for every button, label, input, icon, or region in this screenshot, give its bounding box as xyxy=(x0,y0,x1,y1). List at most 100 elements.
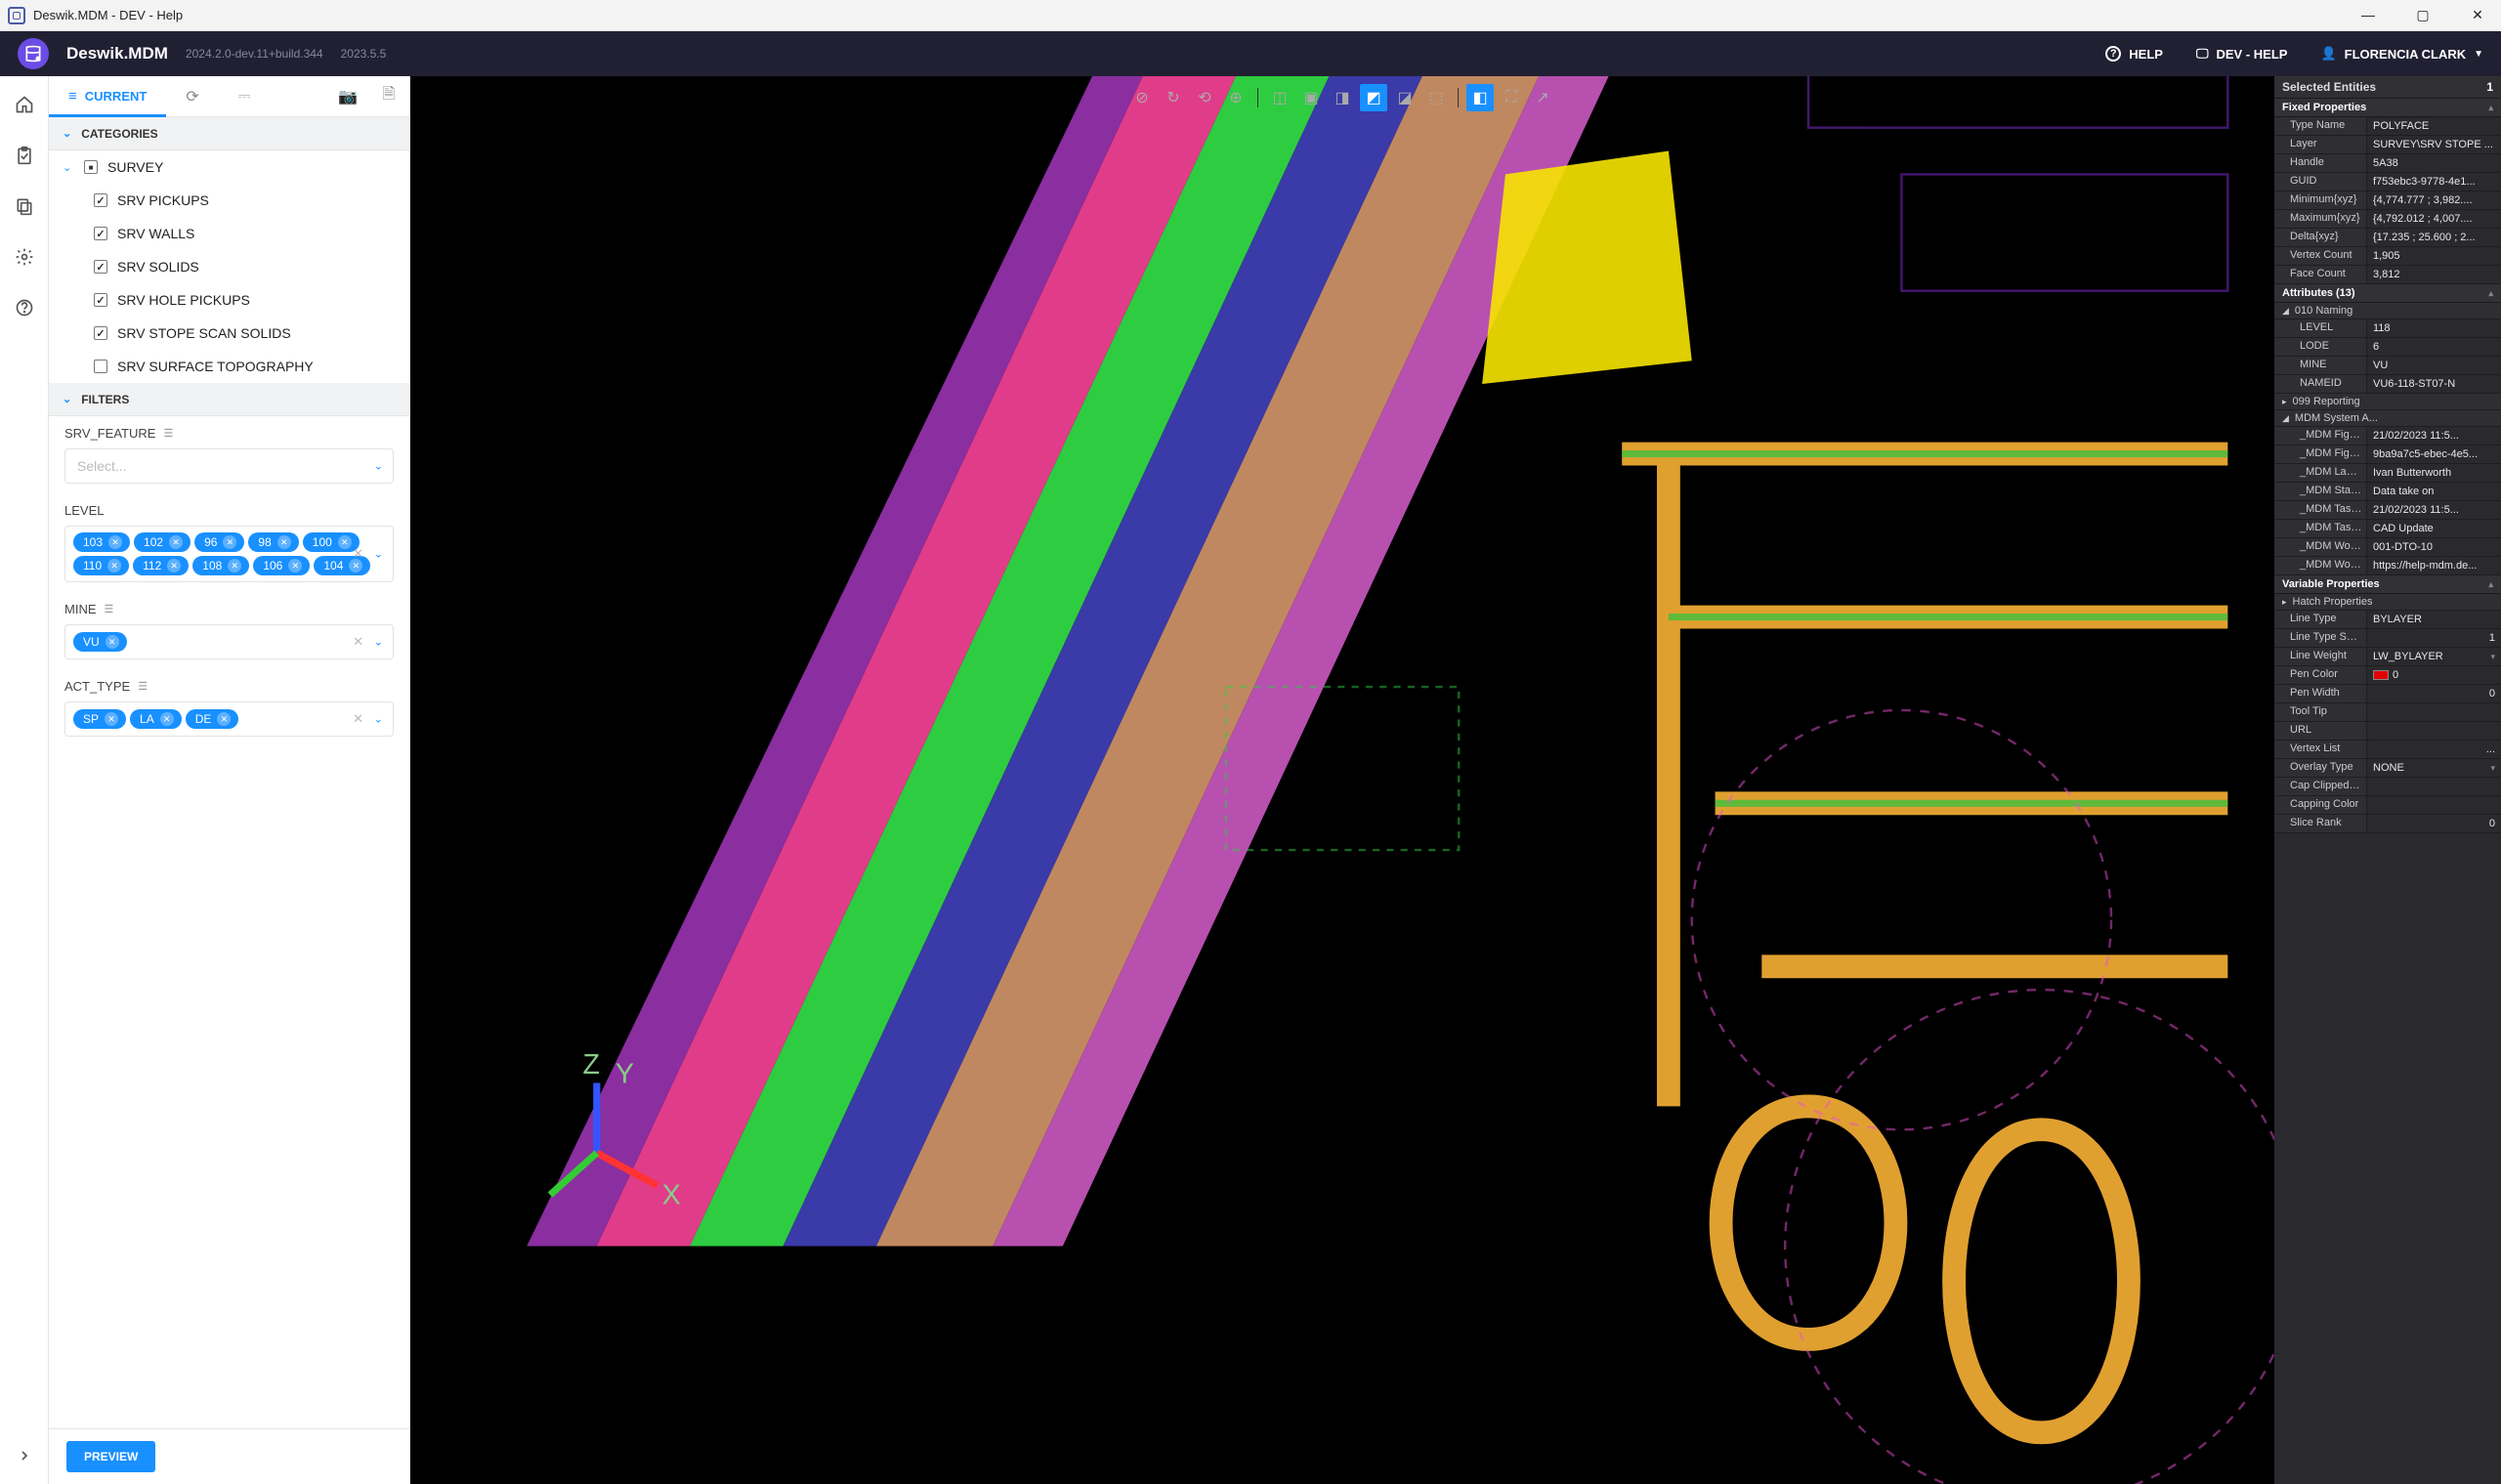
split-view-icon[interactable]: ◧ xyxy=(1466,84,1494,111)
chip-remove-icon[interactable]: ✕ xyxy=(106,635,119,649)
view-back-icon[interactable]: ◪ xyxy=(1391,84,1419,111)
property-row[interactable]: _MDM Work...https://help-mdm.de... xyxy=(2274,557,2501,575)
dev-help-button[interactable]: 🖵 DEV - HELP xyxy=(2196,46,2288,62)
clipboard-icon[interactable] xyxy=(14,145,35,166)
property-value[interactable]: {4,774.777 ; 3,982.... xyxy=(2367,191,2501,209)
property-value[interactable]: 21/02/2023 11:5... xyxy=(2367,427,2501,445)
clear-icon[interactable]: ✕ xyxy=(353,634,363,650)
property-row[interactable]: Slice Rank0 xyxy=(2274,815,2501,833)
property-row[interactable]: Vertex List... xyxy=(2274,741,2501,759)
property-row[interactable]: Maximum{xyz}{4,792.012 ; 4,007.... xyxy=(2274,210,2501,229)
property-value[interactable]: 3,812 xyxy=(2367,266,2501,283)
filter-chip[interactable]: VU✕ xyxy=(73,632,127,652)
reporting-subgroup[interactable]: ▸099 Reporting xyxy=(2274,394,2501,410)
property-row[interactable]: Minimum{xyz}{4,774.777 ; 3,982.... xyxy=(2274,191,2501,210)
chip-remove-icon[interactable]: ✕ xyxy=(217,712,231,726)
filter-chip[interactable]: 110✕ xyxy=(73,556,129,575)
property-row[interactable]: Handle5A38 xyxy=(2274,154,2501,173)
document-icon[interactable]: 🗎 xyxy=(368,83,409,109)
checkbox[interactable] xyxy=(94,326,107,340)
rotate-icon[interactable]: ⟲ xyxy=(1191,84,1218,111)
camera-icon[interactable]: 📷 xyxy=(327,87,368,106)
user-menu[interactable]: 👤 FLORENCIA CLARK ▼ xyxy=(2320,46,2483,62)
clear-icon[interactable]: ✕ xyxy=(353,711,363,727)
chip-remove-icon[interactable]: ✕ xyxy=(107,559,121,572)
attributes-group[interactable]: Attributes (13) ▴ xyxy=(2274,284,2501,303)
property-row[interactable]: _MDM Task ...21/02/2023 11:5... xyxy=(2274,501,2501,520)
level-select[interactable]: 103✕102✕96✕98✕100✕110✕112✕108✕106✕104✕✕ … xyxy=(64,526,394,582)
tree-leaf[interactable]: SRV STOPE SCAN SOLIDS xyxy=(49,317,409,350)
filter-chip[interactable]: 112✕ xyxy=(133,556,189,575)
property-value[interactable]: ... xyxy=(2367,741,2501,758)
categories-header[interactable]: ⌄ CATEGORIES xyxy=(49,117,409,150)
view-iso-icon[interactable]: ◫ xyxy=(1266,84,1293,111)
checkbox-partial[interactable] xyxy=(84,160,98,174)
window-minimize-button[interactable]: — xyxy=(2353,7,2384,23)
tree-leaf[interactable]: SRV WALLS xyxy=(49,217,409,250)
copy-icon[interactable] xyxy=(14,195,35,217)
property-row[interactable]: _MDM Last ...Ivan Butterworth xyxy=(2274,464,2501,483)
property-value[interactable]: https://help-mdm.de... xyxy=(2367,557,2501,574)
view-front-icon[interactable]: ▣ xyxy=(1297,84,1325,111)
property-row[interactable]: Face Count3,812 xyxy=(2274,266,2501,284)
property-value[interactable]: 5A38 xyxy=(2367,154,2501,172)
filter-chip[interactable]: 98✕ xyxy=(248,532,298,552)
property-value[interactable]: 0 xyxy=(2367,666,2501,684)
property-row[interactable]: Pen Color0 xyxy=(2274,666,2501,685)
chip-remove-icon[interactable]: ✕ xyxy=(288,559,302,572)
tab-plug[interactable]: ⎓ xyxy=(219,76,271,116)
property-row[interactable]: _MDM Task ...CAD Update xyxy=(2274,520,2501,538)
property-row[interactable]: Line WeightLW_BYLAYER▾ xyxy=(2274,648,2501,666)
filter-chip[interactable]: 108✕ xyxy=(192,556,249,575)
window-close-button[interactable]: ✕ xyxy=(2462,7,2493,23)
property-value[interactable]: VU xyxy=(2367,357,2501,374)
orbit-icon[interactable]: ⊕ xyxy=(1222,84,1250,111)
property-row[interactable]: LEVEL118 xyxy=(2274,319,2501,338)
property-value[interactable] xyxy=(2367,796,2501,814)
srv-feature-select[interactable]: Select... ⌄ xyxy=(64,448,394,484)
property-row[interactable]: Line TypeBYLAYER xyxy=(2274,611,2501,629)
filter-chip[interactable]: 106✕ xyxy=(253,556,310,575)
mdm-subgroup[interactable]: ◢MDM System A... xyxy=(2274,410,2501,427)
property-value[interactable] xyxy=(2367,778,2501,795)
filter-chip[interactable]: 102✕ xyxy=(134,532,191,552)
tree-leaf[interactable]: SRV SURFACE TOPOGRAPHY xyxy=(49,350,409,383)
tree-leaf[interactable]: SRV HOLE PICKUPS xyxy=(49,283,409,317)
property-value[interactable]: NONE▾ xyxy=(2367,759,2501,777)
property-row[interactable]: _MDM Figur...21/02/2023 11:5... xyxy=(2274,427,2501,445)
filter-chip[interactable]: DE✕ xyxy=(186,709,239,729)
property-value[interactable]: 0 xyxy=(2367,815,2501,832)
checkbox[interactable] xyxy=(94,227,107,240)
filter-chip[interactable]: 103✕ xyxy=(73,532,130,552)
checkbox[interactable] xyxy=(94,293,107,307)
bounding-box-icon[interactable]: ⛶ xyxy=(1498,84,1525,111)
property-row[interactable]: Pen Width0 xyxy=(2274,685,2501,703)
property-value[interactable]: BYLAYER xyxy=(2367,611,2501,628)
filter-chip[interactable]: 96✕ xyxy=(194,532,244,552)
side-scroll[interactable]: ⌄ CATEGORIES ⌄ SURVEY SRV PICKUPSSRV WAL… xyxy=(49,117,409,1484)
property-row[interactable]: Tool Tip xyxy=(2274,703,2501,722)
property-row[interactable]: URL xyxy=(2274,722,2501,741)
property-row[interactable]: LayerSURVEY\SRV STOPE ... xyxy=(2274,136,2501,154)
property-value[interactable]: 0 xyxy=(2367,685,2501,702)
chip-remove-icon[interactable]: ✕ xyxy=(338,535,352,549)
checkbox[interactable] xyxy=(94,260,107,274)
property-value[interactable]: VU6-118-ST07-N xyxy=(2367,375,2501,393)
filter-chip[interactable]: SP✕ xyxy=(73,709,126,729)
window-maximize-button[interactable]: ▢ xyxy=(2407,7,2438,23)
tab-current[interactable]: ≡ CURRENT xyxy=(49,76,166,116)
property-value[interactable]: LW_BYLAYER▾ xyxy=(2367,648,2501,665)
property-value[interactable]: {17.235 ; 25.600 ; 2... xyxy=(2367,229,2501,246)
home-icon[interactable] xyxy=(14,94,35,115)
refresh-icon[interactable]: ↻ xyxy=(1160,84,1187,111)
help-button[interactable]: ? HELP xyxy=(2105,46,2163,62)
chip-remove-icon[interactable]: ✕ xyxy=(167,559,181,572)
act-type-select[interactable]: SP✕LA✕DE✕✕ ⌄ xyxy=(64,701,394,737)
property-value[interactable] xyxy=(2367,703,2501,721)
properties-panel[interactable]: Selected Entities 1 Fixed Properties ▴ T… xyxy=(2274,76,2501,1484)
property-row[interactable]: _MDM Work...001-DTO-10 xyxy=(2274,538,2501,557)
property-value[interactable]: Ivan Butterworth xyxy=(2367,464,2501,482)
hatch-subgroup[interactable]: ▸Hatch Properties xyxy=(2274,594,2501,611)
property-value[interactable] xyxy=(2367,722,2501,740)
viewport-3d[interactable]: ⊘ ↻ ⟲ ⊕ ◫ ▣ ◨ ◩ ◪ ⬚ ◧ ⛶ ↗ xyxy=(410,76,2274,1484)
